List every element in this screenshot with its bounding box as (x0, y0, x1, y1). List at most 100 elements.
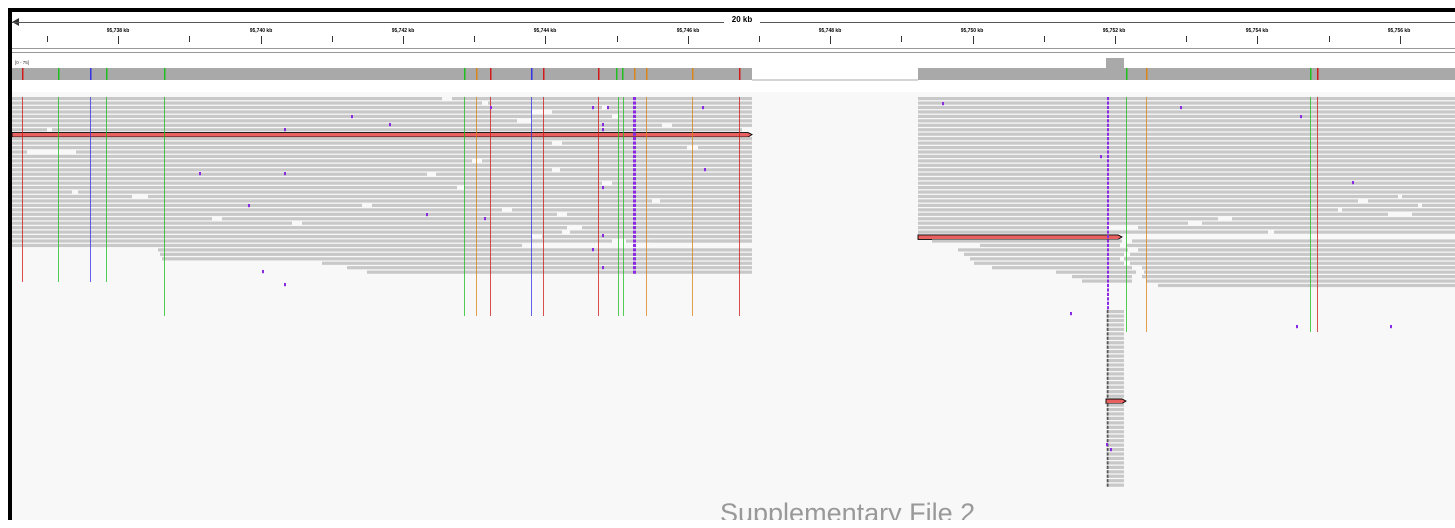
insertion-marker (1107, 248, 1109, 252)
coverage-variant-mark (622, 68, 624, 80)
alignment-read (12, 119, 517, 123)
insertion-marker (1107, 105, 1109, 110)
insertion-marker (1107, 101, 1109, 105)
alignment-read (918, 105, 1455, 110)
insertion-marker (1107, 292, 1109, 296)
ruler-tick (189, 36, 191, 42)
insertion-marker (633, 203, 636, 207)
stacked-read (1106, 310, 1124, 314)
alignment-read (12, 230, 562, 234)
alignment-read (12, 154, 752, 159)
alignment-read (918, 217, 1218, 221)
read-mark (1107, 403, 1109, 407)
alignment-read (1368, 199, 1455, 203)
insertion-marker (602, 123, 604, 127)
insertion-marker (592, 248, 594, 252)
insertion-marker (1107, 283, 1109, 288)
read-mark (1107, 465, 1109, 469)
coverage-variant-mark (531, 68, 533, 80)
insertion-marker (633, 172, 636, 176)
alignment-read (918, 123, 1455, 127)
coverage-variant-mark (476, 68, 478, 80)
coverage-histogram (12, 58, 1455, 81)
insertion-marker (633, 252, 636, 256)
alignment-reads-track[interactable] (12, 92, 1455, 528)
read-mark (1107, 416, 1109, 420)
insertion-marker (1296, 325, 1298, 329)
read-mark (1107, 407, 1109, 412)
coverage-range-label: [0 - 75] (15, 60, 30, 65)
alignment-read (372, 203, 752, 207)
coverage-variant-mark (1310, 68, 1312, 80)
insertion-marker (633, 159, 636, 163)
insertion-marker (602, 128, 604, 132)
alignment-read (918, 154, 1455, 159)
stacked-read (1106, 474, 1124, 478)
insertion-marker (1107, 181, 1109, 185)
genomic-ruler[interactable]: 20 kb 95,738 kb 95,740 kb 95,742 kb 95,744 … (12, 12, 1455, 58)
divider (12, 48, 1455, 49)
alignment-read (12, 194, 132, 199)
alignment-read (698, 145, 752, 150)
insertion-marker (1107, 186, 1109, 190)
alignment-read (436, 172, 752, 176)
alignment-read (367, 270, 752, 274)
stacked-read (1106, 354, 1124, 358)
alignment-read (12, 243, 522, 248)
alignment-read (918, 137, 1455, 141)
coverage-variant-mark (58, 68, 60, 80)
alignment-read (562, 141, 752, 145)
alignment-read (12, 105, 602, 110)
alignment-read (12, 221, 292, 225)
insertion-marker (633, 243, 636, 248)
alignment-read (512, 208, 752, 212)
insertion-marker (1100, 155, 1102, 159)
stacked-read (1106, 358, 1124, 363)
insertion-marker (633, 101, 636, 105)
alignment-read (1412, 212, 1455, 216)
alignment-read (918, 221, 1188, 225)
highlighted-read (1105, 398, 1127, 404)
ruler-tick-label: 95,756 kb (1387, 28, 1411, 34)
ruler-tick (1043, 36, 1045, 42)
alignment-read (918, 119, 1455, 123)
alignment-read (12, 145, 687, 150)
insertion-marker (1110, 448, 1112, 452)
alignment-read (12, 110, 532, 114)
insertion-marker (633, 141, 636, 145)
ruler-tick-label: 95,746 kb (676, 28, 700, 34)
coverage-peak (1106, 58, 1124, 80)
stacked-read (1106, 425, 1124, 429)
stacked-read (1106, 479, 1124, 483)
insertion-marker (633, 266, 636, 270)
alignment-read (1138, 226, 1455, 230)
alignment-read (12, 150, 27, 154)
insertion-marker (633, 168, 636, 172)
insertion-marker (426, 213, 428, 217)
ruler-tick (901, 36, 903, 42)
insertion-marker (389, 123, 391, 127)
alignment-read (12, 203, 362, 207)
insertion-marker (1107, 190, 1109, 194)
stacked-read (1106, 439, 1124, 443)
insertion-marker (633, 270, 636, 274)
insertion-marker (1107, 257, 1109, 261)
alignment-read (608, 105, 752, 110)
alignment-read (582, 226, 752, 230)
read-mark (1107, 310, 1109, 314)
alignment-read (1142, 275, 1455, 279)
stacked-read (1106, 336, 1124, 340)
alignment-read (1132, 239, 1455, 243)
read-mark (1107, 327, 1109, 331)
igv-alignment-view[interactable]: 20 kb 95,738 kb 95,740 kb 95,742 kb 95,744 … (8, 8, 1455, 528)
coverage-track[interactable]: [0 - 75] (12, 58, 1455, 92)
insertion-marker (1107, 194, 1109, 199)
read-mark (1107, 341, 1109, 345)
insertion-marker (1107, 217, 1109, 221)
insertion-marker (633, 208, 636, 212)
alignment-read (12, 190, 72, 194)
alignment-read (918, 101, 1455, 105)
stacked-read (1106, 456, 1124, 461)
insertion-marker (1107, 154, 1109, 159)
insertion-marker (351, 115, 353, 119)
